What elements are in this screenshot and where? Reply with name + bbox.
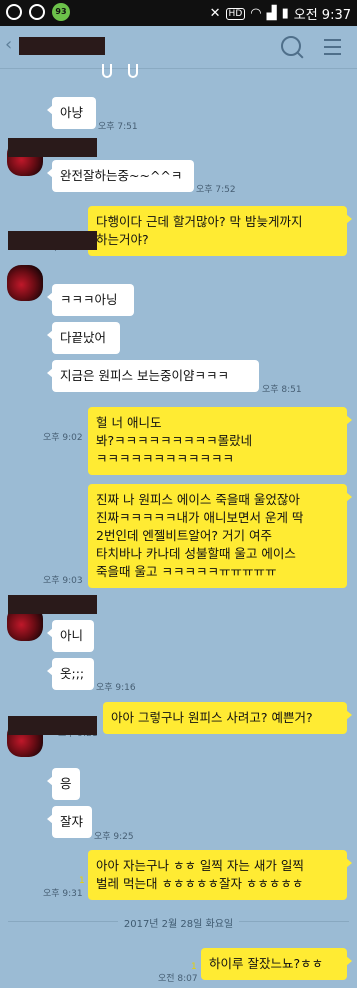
menu-icon[interactable] — [324, 39, 341, 60]
message-bubble[interactable]: 옷;;; — [47, 658, 94, 690]
redacted-sender-name — [8, 231, 97, 250]
message-time: 오후 7:52 — [196, 185, 236, 195]
message-bubble[interactable]: 아니 — [47, 620, 94, 652]
message-time: 오후 9:03 — [43, 576, 83, 586]
sticker-fragment — [98, 64, 144, 78]
message-bubble[interactable]: 응 — [47, 768, 80, 800]
chat-header: ‹ — [0, 26, 357, 69]
alarm-icon — [29, 4, 45, 20]
redacted-contact-name — [19, 37, 105, 55]
message-bubble[interactable]: ㅋㅋㅋ아닝 — [47, 284, 134, 316]
message-bubble[interactable]: 잘쟈 — [47, 806, 92, 838]
message-time: 오후 8:51 — [262, 385, 302, 395]
redacted-sender-name — [8, 138, 97, 157]
unread-count: 1 — [79, 876, 85, 886]
message-bubble[interactable]: 아아 그렇구나 원피스 사려고? 예쁜거? — [103, 702, 352, 734]
notification-badge: 93 — [52, 3, 70, 21]
date-divider: 2017년 2월 28일 화요일 — [0, 915, 357, 930]
clock: 오전 9:37 — [293, 8, 351, 23]
message-time: 오후 9:16 — [96, 683, 136, 693]
message-time: 오후 7:51 — [98, 122, 138, 132]
message-bubble[interactable]: 다행이다 근데 할거많아? 막 밤늦게까지 하는거야? — [88, 206, 352, 256]
message-bubble[interactable]: 진짜 나 원피스 에이스 죽을때 울었잖아 진짜ㅋㅋㅋㅋㅋ내가 애니보면서 운게… — [88, 484, 352, 588]
wifi-icon: ◠ — [250, 6, 262, 21]
mute-icon: ✕ — [209, 6, 221, 21]
message-bubble[interactable]: 완전잘하는중~~^^ㅋ — [47, 160, 194, 192]
redacted-sender-name — [8, 716, 97, 735]
message-time: 오후 9:02 — [43, 433, 83, 443]
message-bubble[interactable]: 헐 너 애니도 봐?ㅋㅋㅋㅋㅋㅋㅋㅋㅋ몰랐네 ㅋㅋㅋㅋㅋㅋㅋㅋㅋㅋㅋㅋ — [88, 407, 352, 475]
message-bubble[interactable]: 아아 자는구나 ㅎㅎ 일찍 자는 새가 일찍 벌레 먹는대 ㅎㅎㅎㅎㅎ잘자 ㅎㅎ… — [88, 850, 352, 900]
message-bubble[interactable]: 하이루 잘잤느뇨?ㅎㅎ — [201, 948, 352, 980]
chat-area[interactable]: 아냥 오후 7:51 완전잘하는중~~^^ㅋ 오후 7:52 다행이다 근데 할… — [0, 64, 357, 988]
hd-icon: HD — [225, 7, 246, 20]
back-icon[interactable]: ‹ — [5, 34, 12, 55]
message-bubble[interactable]: 지금은 원피스 보는중이얌ㅋㅋㅋ — [47, 360, 259, 392]
message-time: 오후 9:31 — [43, 889, 83, 899]
search-icon[interactable] — [281, 36, 301, 56]
avatar[interactable] — [7, 265, 43, 301]
message-time: 오전 8:07 — [158, 974, 198, 984]
signal-icon: ▟ — [266, 6, 277, 21]
app-g-icon — [6, 4, 22, 20]
message-bubble[interactable]: 아냥 — [47, 97, 96, 129]
battery-icon: ▮ — [281, 6, 289, 21]
redacted-sender-name — [8, 595, 97, 614]
message-bubble[interactable]: 다끝났어 — [47, 322, 120, 354]
status-bar: 93 ✕ HD ◠ ▟ ▮ 오전 9:37 — [0, 0, 357, 26]
message-time: 오후 9:25 — [94, 832, 134, 842]
